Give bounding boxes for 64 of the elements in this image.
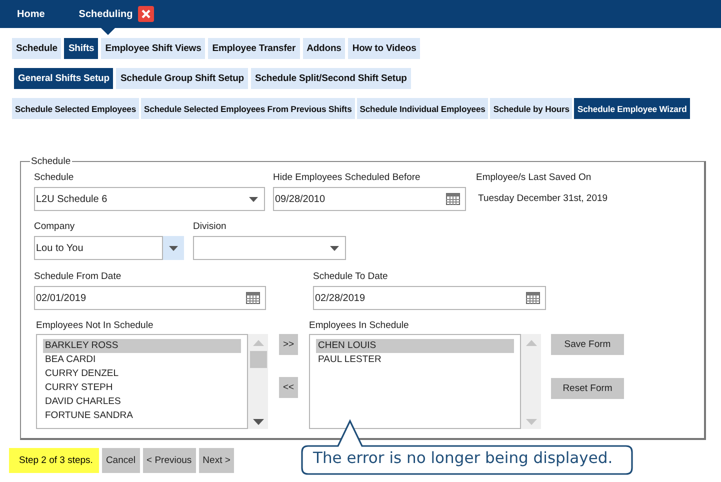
scroll-down-icon[interactable] <box>252 419 264 425</box>
dropdown-arrow-icon <box>249 196 258 202</box>
move-button[interactable]: << <box>279 377 298 398</box>
calendar-icon[interactable] <box>446 193 460 205</box>
list-label: Employees In Schedule <box>309 320 410 331</box>
date-field[interactable]: 02/28/2019 <box>313 286 546 310</box>
date-field[interactable]: 09/28/2010 <box>273 187 466 211</box>
calendar-icon[interactable] <box>246 292 260 304</box>
form-button[interactable]: Reset Form <box>551 378 624 399</box>
list-item[interactable]: CURRY STEPH <box>43 381 241 395</box>
employee-list[interactable]: CHEN LOUIS PAUL LESTER <box>309 334 521 429</box>
list-item[interactable]: BARKLEY ROSS <box>43 339 241 353</box>
list-item[interactable]: CURRY DENZEL <box>43 367 241 381</box>
dropdown-arrow-icon <box>169 246 178 250</box>
wizard-button[interactable]: Next > <box>198 448 234 473</box>
field-label: Employee/s Last Saved On <box>476 172 592 183</box>
field-label: Hide Employees Scheduled Before <box>273 172 422 183</box>
list-item[interactable]: BEA CARDI <box>43 353 241 367</box>
scroll-up-icon[interactable] <box>526 340 536 346</box>
tab[interactable]: Shifts <box>64 38 98 59</box>
field-label: Company <box>34 221 76 232</box>
scroll-up-icon[interactable] <box>252 340 264 346</box>
close-icon[interactable] <box>138 6 154 22</box>
dropdown-arrow-icon <box>330 246 339 250</box>
tab[interactable]: Schedule Selected Employees <box>12 98 140 119</box>
tab[interactable]: Schedule Individual Employees <box>356 98 488 119</box>
date-field[interactable]: 02/01/2019 <box>34 286 266 310</box>
nav-tab[interactable]: Home <box>17 0 45 28</box>
tab[interactable]: Schedule Split/Second Shift Setup <box>250 68 411 89</box>
wizard-button[interactable]: Cancel <box>102 448 140 473</box>
tab[interactable]: Addons <box>302 38 346 59</box>
dropdown-field[interactable]: L2U Schedule 6 <box>34 187 265 211</box>
form-button[interactable]: Save Form <box>551 334 624 355</box>
step-indicator: Step 2 of 3 steps. <box>9 448 99 473</box>
tab[interactable]: Schedule by Hours <box>490 98 572 119</box>
tab[interactable]: Schedule Employee Wizard <box>574 98 690 119</box>
nav-tab[interactable]: Scheduling <box>78 0 154 28</box>
dropdown-field[interactable] <box>193 236 346 260</box>
list-item[interactable]: CHEN LOUIS <box>316 339 514 353</box>
list-item[interactable]: PAUL LESTER <box>316 353 514 367</box>
tab[interactable]: Employee Shift Views <box>101 38 206 59</box>
move-button[interactable]: >> <box>279 334 298 355</box>
employee-list[interactable]: BARKLEY ROSS BEA CARDI CURRY DENZEL CURRY STEPH DAVID CHARLES FORTUNE SANDRA <box>36 334 248 429</box>
list-label: Employees Not In Schedule <box>36 320 154 331</box>
calendar-icon[interactable] <box>526 292 540 304</box>
tab[interactable]: How to Videos <box>348 38 420 59</box>
field-label: Division <box>193 221 228 232</box>
wizard-button[interactable]: < Previous <box>142 448 196 473</box>
last-saved-date: Tuesday December 31st, 2019 <box>477 192 608 204</box>
scrollbar[interactable] <box>521 334 541 429</box>
scrollbar[interactable] <box>248 334 268 429</box>
list-item[interactable]: DAVID CHARLES <box>43 395 241 409</box>
callout-text: The error is no longer being displayed. <box>313 449 613 467</box>
tab[interactable]: Schedule Group Shift Setup <box>116 68 248 89</box>
tab[interactable]: Schedule <box>12 38 62 59</box>
field-label: Schedule <box>34 172 75 183</box>
tab[interactable]: General Shifts Setup <box>14 68 114 89</box>
scroll-thumb[interactable] <box>250 351 266 368</box>
tab[interactable]: Schedule Selected Employees From Previous Shifts <box>141 98 355 119</box>
fieldset-legend: Schedule <box>30 156 72 167</box>
field-label: Schedule From Date <box>34 271 122 282</box>
tab[interactable]: Employee Transfer <box>208 38 300 59</box>
list-item[interactable]: FORTUNE SANDRA <box>43 409 241 423</box>
field-label: Schedule To Date <box>313 271 389 282</box>
